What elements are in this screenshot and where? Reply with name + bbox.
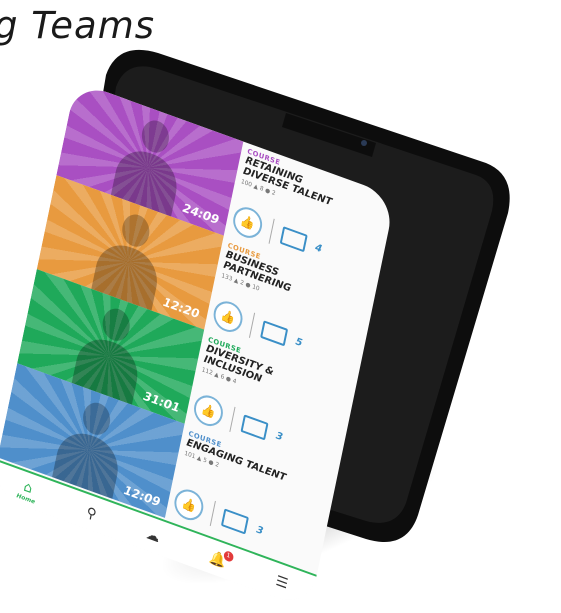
nav-home[interactable]: ⌂ Home — [16, 476, 39, 505]
phone-device: 24:09 COURSE RETAINING DIVERSE TALENT 10… — [0, 35, 516, 610]
screen-count: 3 — [255, 524, 265, 537]
chat-icon: ☁ — [144, 526, 162, 547]
nav-menu[interactable]: ☰ — [274, 573, 289, 593]
screen-icon[interactable] — [220, 508, 249, 535]
menu-icon: ☰ — [274, 573, 290, 593]
screen-count: 4 — [314, 241, 323, 255]
divider — [268, 218, 275, 244]
screen-icon[interactable] — [279, 226, 308, 253]
phone-mockup: 24:09 COURSE RETAINING DIVERSE TALENT 10… — [0, 0, 561, 610]
screen-count: 3 — [275, 429, 284, 443]
screen-icon[interactable] — [260, 320, 289, 347]
nav-notifications[interactable]: 🔔 1 — [208, 549, 234, 570]
search-icon: ⚲ — [84, 504, 98, 524]
thumbs-up-icon[interactable]: 👍 — [210, 297, 246, 337]
divider — [248, 312, 256, 338]
thumbs-up-icon[interactable]: 👍 — [230, 203, 265, 243]
screen-icon[interactable] — [240, 414, 269, 441]
thumbs-up-icon[interactable]: 👍 — [191, 391, 226, 431]
thumbs-up-icon[interactable]: 👍 — [171, 485, 206, 525]
divider — [229, 406, 236, 433]
nav-chat[interactable]: ☁ — [145, 526, 161, 546]
divider — [209, 500, 216, 527]
screen-count: 5 — [294, 335, 304, 349]
nav-search[interactable]: ⚲ — [85, 505, 98, 524]
